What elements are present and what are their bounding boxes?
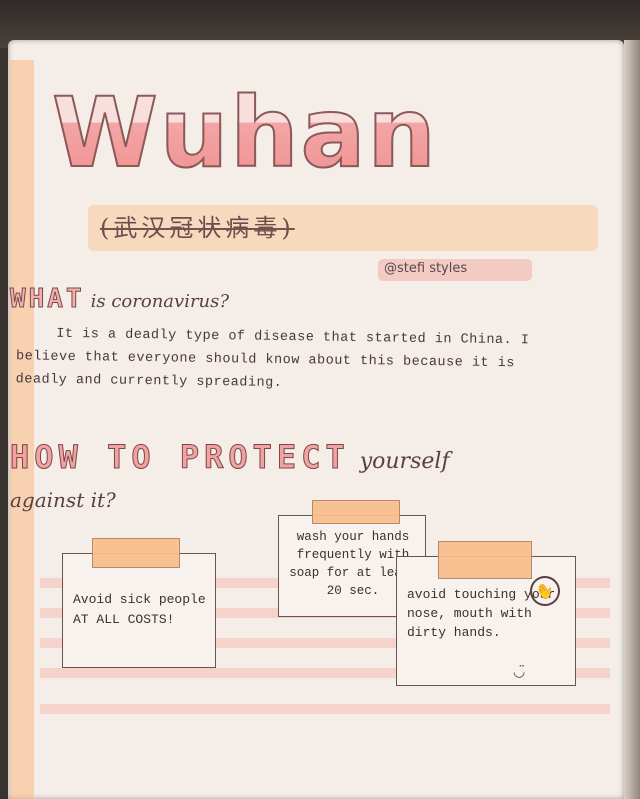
what-heading: WHAT is coronavirus?	[10, 284, 490, 315]
description-paragraph: It is a deadly type of disease that star…	[15, 326, 530, 391]
how-heading: HOW TO PROTECT yourself	[10, 438, 570, 477]
background-stripe	[40, 704, 610, 714]
washi-tape	[92, 538, 180, 568]
sad-face-icon: ◡̈	[513, 664, 526, 680]
washi-tape	[438, 541, 532, 579]
margin-highlight	[10, 60, 34, 799]
page-title: Wuhan	[51, 77, 438, 189]
how-heading-rest: yourself	[359, 449, 450, 474]
what-heading-rest: is coronavirus?	[90, 291, 230, 312]
how-heading-line2: against it?	[10, 488, 116, 512]
tip-note-avoid-sick: Avoid sick people AT ALL COSTS!	[62, 553, 216, 668]
what-heading-word: WHAT	[10, 284, 85, 315]
washi-tape	[312, 500, 400, 524]
author-handle: @stefi styles	[384, 261, 468, 276]
page-edge	[624, 40, 640, 799]
tip-note-text: Avoid sick people AT ALL COSTS!	[73, 592, 206, 627]
chinese-name: (武汉冠状病毒)	[100, 214, 295, 242]
how-heading-word: HOW TO PROTECT	[10, 438, 350, 477]
